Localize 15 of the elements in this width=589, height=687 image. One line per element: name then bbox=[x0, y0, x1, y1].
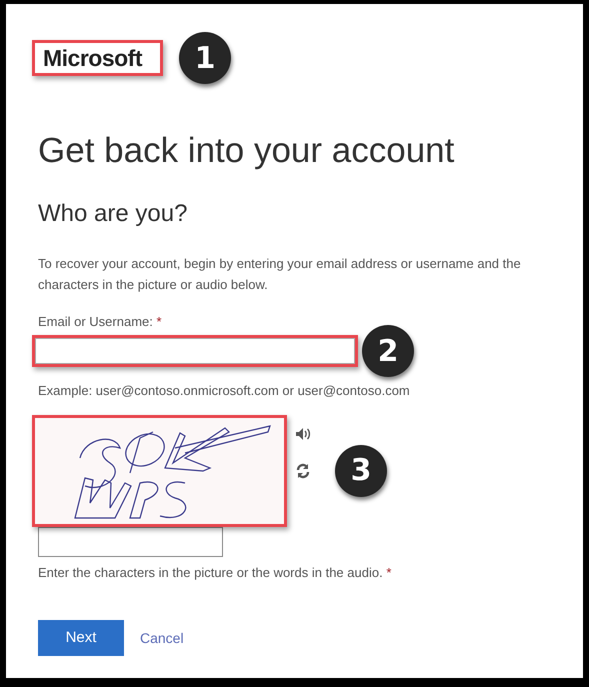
captcha-hint: Enter the characters in the picture or the words in the audio. * bbox=[38, 564, 392, 582]
callout-number: 3 bbox=[335, 444, 387, 497]
instructions-text: To recover your account, begin by entering your email address or username and the characters in the picture or audio below. bbox=[38, 255, 522, 294]
captcha-input-field[interactable] bbox=[38, 526, 223, 557]
callout-number: 2 bbox=[362, 325, 414, 378]
page-title: Get back into your account bbox=[38, 130, 456, 172]
cancel-link[interactable]: Cancel bbox=[140, 628, 184, 649]
speaker-icon[interactable] bbox=[295, 426, 311, 441]
logo-text: Microsoft bbox=[42, 44, 144, 73]
field-label: Email or Username: * bbox=[38, 312, 163, 331]
refresh-icon[interactable] bbox=[295, 462, 311, 479]
next-button[interactable]: Next bbox=[38, 620, 124, 656]
example-text: Example: user@contoso.onmicrosoft.com or user@contoso.com bbox=[38, 382, 411, 400]
callout-number: 1 bbox=[179, 32, 231, 84]
section-heading: Who are you? bbox=[38, 199, 188, 229]
